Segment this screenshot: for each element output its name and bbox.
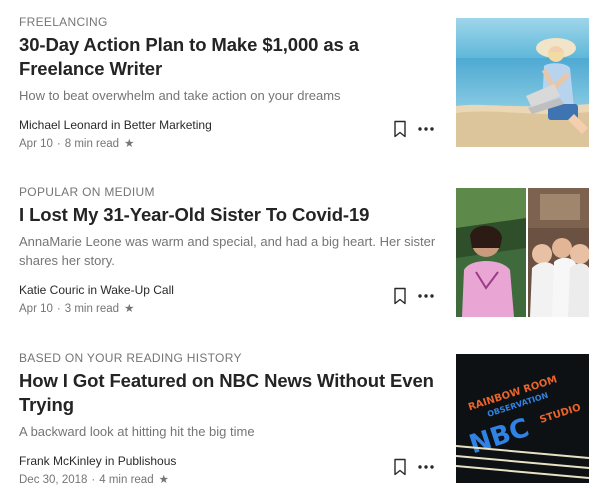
- article-category: BASED ON YOUR READING HISTORY: [19, 351, 242, 365]
- article-title[interactable]: How I Got Featured on NBC News Without E…: [19, 369, 439, 417]
- separator-dot: ·: [56, 303, 61, 315]
- article-meta: Dec 30, 2018 · 4 min read ★: [19, 472, 439, 488]
- more-options-icon[interactable]: [416, 287, 436, 305]
- article-content: FREELANCING 30-Day Action Plan to Make $…: [19, 14, 439, 152]
- bookmark-icon[interactable]: [393, 120, 407, 138]
- article-author[interactable]: Frank McKinley in Publishous: [19, 453, 439, 469]
- article-feed: FREELANCING 30-Day Action Plan to Make $…: [0, 0, 600, 496]
- article-thumbnail[interactable]: RAINBOW ROOM OBSERVATION NBC STUDIO: [456, 354, 589, 483]
- article-read-time: 8 min read: [64, 138, 120, 150]
- separator-dot: ·: [91, 474, 96, 486]
- article-author[interactable]: Katie Couric in Wake-Up Call: [19, 282, 439, 298]
- article-subtitle[interactable]: How to beat overwhelm and take action on…: [19, 86, 439, 105]
- article-content: POPULAR ON MEDIUM I Lost My 31-Year-Old …: [19, 184, 439, 317]
- article-actions: [390, 458, 440, 478]
- separator-dot: ·: [56, 138, 61, 150]
- member-star-icon: ★: [124, 303, 135, 315]
- article-subtitle[interactable]: AnnaMarie Leone was warm and special, an…: [19, 232, 439, 270]
- article-actions: [390, 120, 440, 140]
- article-category: POPULAR ON MEDIUM: [19, 185, 155, 199]
- article-category: FREELANCING: [19, 15, 108, 29]
- member-star-icon: ★: [124, 138, 135, 150]
- article-subtitle[interactable]: A backward look at hitting hit the big t…: [19, 422, 439, 441]
- article-read-time: 4 min read: [99, 474, 154, 486]
- more-options-icon[interactable]: [416, 458, 436, 476]
- article-title[interactable]: I Lost My 31-Year-Old Sister To Covid-19: [19, 203, 439, 227]
- article-title[interactable]: 30-Day Action Plan to Make $1,000 as a F…: [19, 33, 439, 81]
- article-meta: Apr 10 · 8 min read ★: [19, 136, 439, 152]
- article-meta: Apr 10 · 3 min read ★: [19, 301, 439, 317]
- member-star-icon: ★: [158, 474, 169, 486]
- article-author[interactable]: Michael Leonard in Better Marketing: [19, 117, 439, 133]
- article-actions: [390, 287, 440, 307]
- article-thumbnail[interactable]: [456, 188, 589, 317]
- article-thumbnail[interactable]: [456, 18, 589, 147]
- article-date: Apr 10: [19, 138, 53, 150]
- more-options-icon[interactable]: [416, 120, 436, 138]
- bookmark-icon[interactable]: [393, 458, 407, 476]
- bookmark-icon[interactable]: [393, 287, 407, 305]
- article-date: Dec 30, 2018: [19, 474, 88, 486]
- article-read-time: 3 min read: [64, 303, 120, 315]
- article-date: Apr 10: [19, 303, 53, 315]
- article-content: BASED ON YOUR READING HISTORY How I Got …: [19, 350, 439, 488]
